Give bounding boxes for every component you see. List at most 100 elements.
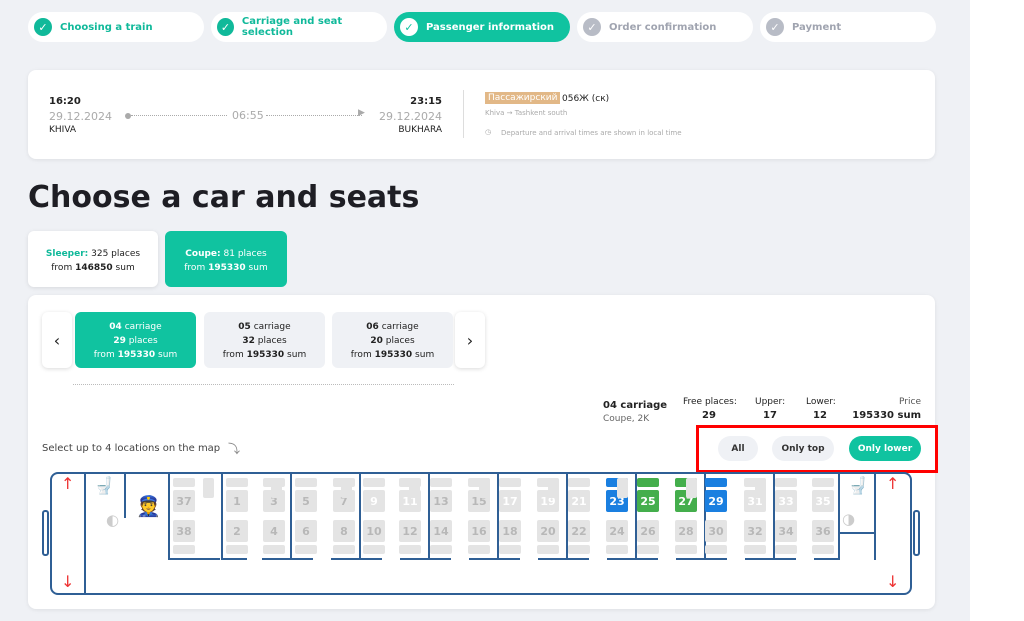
seat-lower-18[interactable]: 18 <box>499 520 521 542</box>
carriage-wall <box>838 474 840 560</box>
conductor-icon: 👮 <box>136 494 161 518</box>
table <box>755 478 766 498</box>
table <box>409 478 420 498</box>
step-4[interactable]: ✓ Order confirmation <box>577 12 753 42</box>
tab-places: 325 places <box>91 249 141 259</box>
carriage-label: carriage <box>381 322 419 332</box>
free-label: Free places: <box>683 397 737 407</box>
seat-pillow <box>812 545 834 554</box>
unit: sum <box>115 263 135 273</box>
carriage-wall <box>814 558 838 560</box>
seat-upper-9[interactable]: 9 <box>363 490 385 512</box>
carriage-places: 32 <box>242 336 255 346</box>
duration: 06:55 <box>232 109 264 122</box>
seat-upper-1[interactable]: 1 <box>226 490 248 512</box>
train-number: 056Ж (ск) <box>562 94 610 104</box>
check-icon: ✓ <box>217 18 234 36</box>
seat-lower-30[interactable]: 30 <box>705 520 727 542</box>
places-label: places <box>128 336 158 346</box>
table <box>203 478 214 498</box>
seat-lower-38[interactable]: 38 <box>173 520 195 542</box>
seat-lower-20[interactable]: 20 <box>537 520 559 542</box>
seat-lower-6[interactable]: 6 <box>295 520 317 542</box>
step-2[interactable]: ✓ Carriage and seat selection <box>211 12 387 42</box>
carriage-option-06[interactable]: 06 carriage 20 places from 195330 sum <box>332 312 453 368</box>
seat-lower-2[interactable]: 2 <box>226 520 248 542</box>
check-icon: ✓ <box>766 18 784 36</box>
carriage-places: 29 <box>113 336 126 346</box>
seat-lower-24[interactable]: 24 <box>606 520 628 542</box>
filter-all-button[interactable]: All <box>718 436 758 461</box>
step-3[interactable]: ✓ Passenger information <box>394 12 570 42</box>
tab-sleeper[interactable]: Sleeper: 325 places from 146850 sum <box>28 231 158 287</box>
table <box>617 478 628 498</box>
seat-upper-37[interactable]: 37 <box>173 490 195 512</box>
seat-upper-17[interactable]: 17 <box>499 490 521 512</box>
seat-lower-8[interactable]: 8 <box>333 520 355 542</box>
carriage-wall <box>221 558 247 560</box>
seat-pillow <box>568 478 590 487</box>
carriage-wall <box>331 558 382 560</box>
step-label: Order confirmation <box>609 21 717 33</box>
carriage-option-05[interactable]: 05 carriage 32 places from 195330 sum <box>204 312 325 368</box>
seat-pillow <box>675 545 697 554</box>
carriage-wall <box>745 558 796 560</box>
seat-lower-22[interactable]: 22 <box>568 520 590 542</box>
seat-pillow <box>173 478 195 487</box>
seat-upper-21[interactable]: 21 <box>568 490 590 512</box>
seat-lower-12[interactable]: 12 <box>399 520 421 542</box>
filter-only-top-button[interactable]: Only top <box>772 436 834 461</box>
seat-pillow <box>568 545 590 554</box>
seat-pillow <box>606 545 628 554</box>
seat-lower-26[interactable]: 26 <box>637 520 659 542</box>
seat-upper-29[interactable]: 29 <box>705 490 727 512</box>
seat-lower-14[interactable]: 14 <box>430 520 452 542</box>
seat-pillow <box>226 545 248 554</box>
seat-upper-25[interactable]: 25 <box>637 490 659 512</box>
step-5[interactable]: ✓ Payment <box>760 12 936 42</box>
seat-pillow <box>705 478 727 487</box>
step-1[interactable]: ✓ Choosing a train <box>28 12 204 42</box>
carriage-price: 195330 <box>117 350 156 360</box>
seat-lower-28[interactable]: 28 <box>675 520 697 542</box>
prev-carriage-button[interactable]: ‹ <box>42 312 72 368</box>
seat-lower-36[interactable]: 36 <box>812 520 834 542</box>
step-label: Payment <box>792 21 842 33</box>
seat-lower-32[interactable]: 32 <box>744 520 766 542</box>
tab-coupe[interactable]: Coupe: 81 places from 195330 sum <box>165 231 287 287</box>
seat-upper-35[interactable]: 35 <box>812 490 834 512</box>
exit-down-arrow-icon: ↓ <box>61 572 75 591</box>
upper-count: 17 <box>763 410 777 421</box>
filter-only-lower-button[interactable]: Only lower <box>849 436 921 461</box>
seat-lower-34[interactable]: 34 <box>775 520 797 542</box>
seat-pillow <box>468 545 490 554</box>
unit: sum <box>158 350 178 360</box>
seat-lower-16[interactable]: 16 <box>468 520 490 542</box>
seat-pillow <box>537 545 559 554</box>
seat-lower-4[interactable]: 4 <box>263 520 285 542</box>
carriage-wall <box>262 558 313 560</box>
carriage-wall <box>676 558 727 560</box>
carriage-option-04[interactable]: 04 carriage 29 places from 195330 sum <box>75 312 196 368</box>
selection-hint: Select up to 4 locations on the map <box>42 443 221 454</box>
seat-upper-13[interactable]: 13 <box>430 490 452 512</box>
next-carriage-button[interactable]: › <box>455 312 485 368</box>
carriage-number: 06 <box>366 322 379 332</box>
seat-upper-5[interactable]: 5 <box>295 490 317 512</box>
carriage-wall <box>607 558 658 560</box>
tab-name: Sleeper: <box>45 249 89 259</box>
arrival-city: BUKHARA <box>398 125 442 135</box>
seat-lower-10[interactable]: 10 <box>363 520 385 542</box>
tab-price: 195330 <box>208 263 246 273</box>
seat-upper-33[interactable]: 33 <box>775 490 797 512</box>
carriage-price: 195330 <box>374 350 413 360</box>
summary-type: Coupe, 2K <box>603 414 650 424</box>
seat-pillow <box>226 478 248 487</box>
seat-pillow <box>775 545 797 554</box>
seat-pillow <box>399 545 421 554</box>
route-name: Khiva → Tashkent south <box>485 109 568 117</box>
step-label: Choosing a train <box>60 21 153 33</box>
from-label: from <box>222 350 244 360</box>
seat-pillow <box>705 545 727 554</box>
seat-pillow <box>499 545 521 554</box>
